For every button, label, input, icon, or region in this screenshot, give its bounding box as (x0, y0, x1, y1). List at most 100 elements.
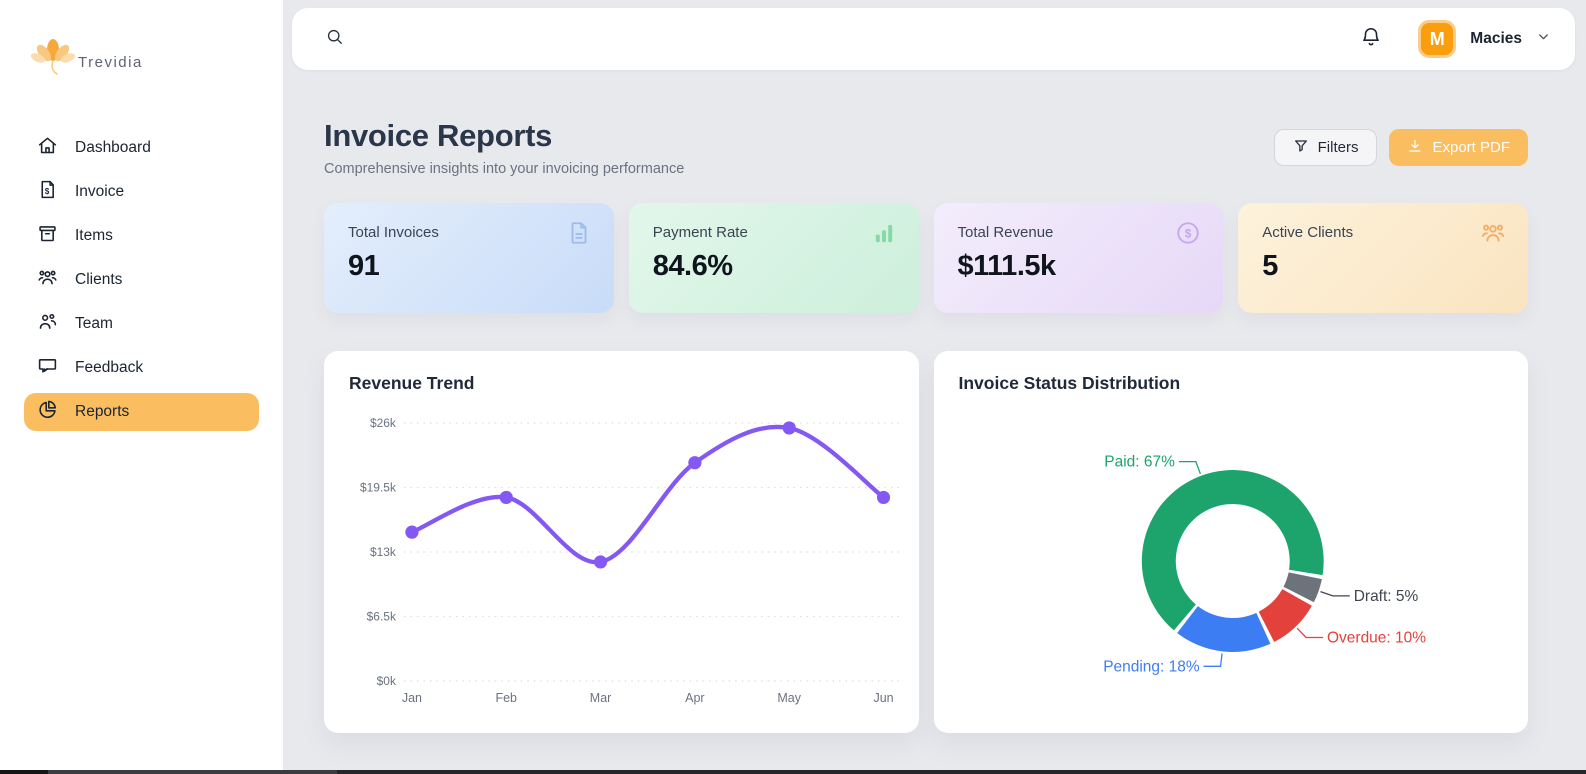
slice-label-overdue: Overdue: 10% (1327, 630, 1426, 647)
stats-row: Total Invoices 91 Payment Rate 84.6% (324, 203, 1528, 313)
page-subtitle: Comprehensive insights into your invoici… (324, 161, 684, 177)
stat-label: Total Revenue (958, 224, 1200, 241)
donut-slice-pending (1177, 606, 1270, 652)
bell-icon[interactable] (1360, 26, 1382, 53)
stat-value: 91 (348, 250, 590, 283)
sidebar-item-clients[interactable]: Clients (24, 261, 259, 299)
chevron-down-icon (1536, 29, 1551, 49)
callout-line (1320, 592, 1349, 596)
data-point (405, 526, 418, 539)
data-point (783, 421, 796, 434)
export-pdf-button[interactable]: Export PDF (1389, 129, 1528, 166)
x-axis-tick: Jan (402, 691, 422, 705)
lotus-flower-icon (30, 34, 76, 83)
callout-line (1178, 462, 1199, 474)
users-icon (1480, 220, 1506, 251)
sidebar-item-label: Feedback (75, 359, 143, 377)
stat-card-active-clients: Active Clients 5 (1238, 203, 1528, 313)
filters-button[interactable]: Filters (1274, 129, 1378, 166)
sidebar-item-feedback[interactable]: Feedback (24, 349, 259, 387)
sidebar-item-label: Invoice (75, 183, 124, 201)
invoice-status-card: Invoice Status Distribution Paid: 67% Dra… (934, 351, 1529, 733)
filters-button-label: Filters (1318, 139, 1359, 156)
y-axis-tick: $13k (370, 545, 397, 559)
sidebar-item-label: Reports (75, 403, 129, 421)
svg-text:$: $ (45, 187, 50, 196)
sidebar-nav: Dashboard $ Invoice Items (24, 129, 259, 431)
search-icon (325, 27, 344, 51)
data-point (877, 491, 890, 504)
page-title: Invoice Reports (324, 118, 684, 154)
chart-title: Invoice Status Distribution (959, 373, 1181, 394)
callout-line (1297, 628, 1323, 637)
sidebar-item-dashboard[interactable]: Dashboard (24, 129, 259, 167)
home-icon (37, 135, 58, 161)
revenue-trend-card: Revenue Trend $0k $6.5k $13k $19.5k $26k Jan F… (324, 351, 919, 733)
stat-value: 84.6% (653, 250, 895, 283)
y-axis-tick: $0k (377, 674, 397, 688)
stat-card-total-invoices: Total Invoices 91 (324, 203, 614, 313)
avatar: M (1418, 20, 1456, 58)
stat-label: Total Invoices (348, 224, 590, 241)
data-point (594, 555, 607, 568)
slice-label-paid: Paid: 67% (1104, 454, 1175, 471)
sidebar-item-label: Items (75, 227, 113, 245)
stat-value: $111.5k (958, 250, 1200, 283)
y-axis-tick: $19.5k (360, 480, 397, 494)
stat-card-total-revenue: Total Revenue $111.5k $ (934, 203, 1224, 313)
stat-label: Payment Rate (653, 224, 895, 241)
invoice-icon: $ (37, 179, 58, 205)
app-root: Trevidia Dashboard $ Invoice (0, 0, 1586, 774)
slice-label-draft: Draft: 5% (1353, 588, 1418, 605)
feedback-icon (37, 355, 58, 381)
brand-logo[interactable]: Trevidia (30, 34, 259, 83)
invoice-status-donut-chart: Paid: 67% Draft: 5% Overdue: 10% Pending: 1… (934, 411, 1529, 721)
sidebar: Trevidia Dashboard $ Invoice (0, 0, 284, 774)
callout-line (1203, 653, 1221, 666)
data-point (500, 491, 513, 504)
pie-chart-icon (37, 399, 58, 425)
file-icon (566, 220, 592, 251)
x-axis-tick: Jun (873, 691, 893, 705)
stat-label: Active Clients (1262, 224, 1504, 241)
sidebar-item-reports[interactable]: Reports (24, 393, 259, 431)
main-area: M Macies Invoice Reports Comprehensive i… (284, 0, 1586, 774)
stat-value: 5 (1262, 250, 1504, 283)
sidebar-item-items[interactable]: Items (24, 217, 259, 255)
bar-chart-icon (871, 220, 897, 251)
user-name: Macies (1470, 30, 1522, 48)
chart-title: Revenue Trend (349, 373, 474, 394)
topbar: M Macies (292, 8, 1575, 70)
x-axis-tick: May (777, 691, 801, 705)
charts-row: Revenue Trend $0k $6.5k $13k $19.5k $26k Jan F… (324, 351, 1528, 733)
x-axis-tick: Apr (685, 691, 704, 705)
sidebar-item-invoice[interactable]: $ Invoice (24, 173, 259, 211)
x-axis-tick: Feb (495, 691, 517, 705)
svg-text:$: $ (1185, 226, 1192, 240)
sidebar-item-team[interactable]: Team (24, 305, 259, 343)
x-axis-tick: Mar (590, 691, 612, 705)
y-axis-tick: $6.5k (367, 609, 397, 623)
bottom-window-edge (0, 770, 1586, 774)
stat-card-payment-rate: Payment Rate 84.6% (629, 203, 919, 313)
revenue-trend-chart: $0k $6.5k $13k $19.5k $26k Jan Feb Mar Apr May Jun (324, 411, 919, 721)
export-pdf-button-label: Export PDF (1432, 139, 1510, 156)
funnel-icon (1293, 138, 1309, 158)
sidebar-item-label: Clients (75, 271, 122, 289)
slice-label-pending: Pending: 18% (1103, 658, 1200, 675)
clients-icon (37, 267, 58, 293)
brand-name: Trevidia (78, 54, 143, 71)
page-content: Invoice Reports Comprehensive insights i… (284, 70, 1586, 733)
search-input[interactable] (358, 31, 1360, 48)
sidebar-item-label: Dashboard (75, 139, 151, 157)
user-menu[interactable]: M Macies (1406, 20, 1551, 58)
data-point (688, 456, 701, 469)
team-icon (37, 311, 58, 337)
y-axis-tick: $26k (370, 416, 397, 430)
revenue-line-series (412, 427, 884, 562)
page-header: Invoice Reports Comprehensive insights i… (324, 118, 1528, 177)
download-icon (1407, 138, 1423, 158)
dollar-circle-icon: $ (1175, 220, 1201, 251)
sidebar-item-label: Team (75, 315, 113, 333)
items-box-icon (37, 223, 58, 249)
